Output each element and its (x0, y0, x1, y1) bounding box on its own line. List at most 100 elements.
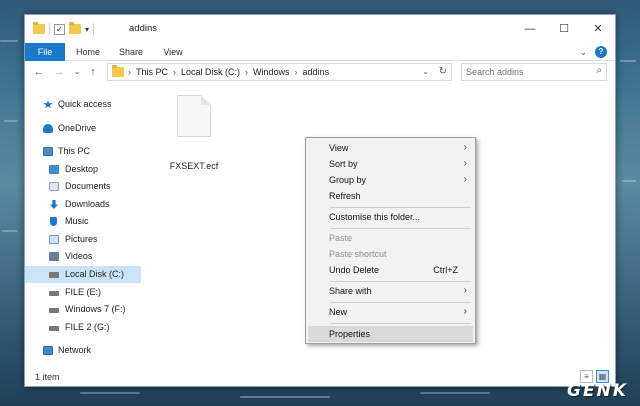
new-folder-icon[interactable] (69, 22, 81, 34)
file-name: FXSEXT.ecf (169, 161, 219, 171)
menu-item-label: Properties (329, 329, 371, 339)
forward-button[interactable]: → (51, 63, 67, 81)
menu-separator (330, 302, 471, 303)
sidebar-item-label: Music (65, 216, 89, 226)
cloud-icon (43, 124, 53, 133)
network-icon (43, 346, 53, 355)
folder-icon (33, 22, 45, 34)
breadcrumb-separator: › (128, 67, 131, 77)
context-menu: View › Sort by › Group by › Refresh Cust… (305, 137, 476, 344)
breadcrumb-separator[interactable]: › (173, 64, 176, 80)
breadcrumb-separator[interactable]: › (295, 64, 298, 80)
computer-icon (43, 147, 53, 156)
breadcrumb-addins[interactable]: addins (303, 64, 330, 80)
sidebar-item-network[interactable]: Network (25, 342, 141, 359)
tab-view[interactable]: View (157, 43, 189, 61)
tab-share[interactable]: Share (113, 43, 149, 61)
menu-item-share-with[interactable]: Share with › (308, 283, 473, 299)
sidebar-item-label: Windows 7 (F:) (65, 304, 126, 314)
desktop-icon (49, 165, 59, 174)
breadcrumb-separator[interactable]: › (245, 64, 248, 80)
menu-item-label: Paste shortcut (329, 249, 387, 259)
sidebar-item-local-disk-c[interactable]: Local Disk (C:) (25, 266, 141, 283)
tab-file[interactable]: File (25, 43, 65, 61)
menu-separator (330, 207, 471, 208)
sidebar-item-music[interactable]: Music (25, 213, 141, 230)
menu-item-label: Group by (329, 175, 367, 185)
sidebar-item-downloads[interactable]: Downloads (25, 196, 141, 213)
sidebar-item-file-2-g[interactable]: FILE 2 (G:) (25, 319, 141, 336)
sidebar-item-label: Documents (65, 181, 111, 191)
menu-separator (330, 228, 471, 229)
address-history-dropdown[interactable]: ⌄ (422, 64, 429, 80)
submenu-arrow-icon: › (463, 142, 467, 153)
search-icon[interactable]: ⌕ (596, 65, 602, 76)
refresh-icon[interactable]: ↻ (439, 64, 447, 80)
menu-item-paste: Paste (308, 230, 473, 246)
drive-icon (49, 272, 59, 278)
menu-item-label: Share with (329, 286, 372, 296)
recent-locations-button[interactable]: ⌄ (69, 63, 85, 81)
menu-item-new[interactable]: New › (308, 304, 473, 320)
sidebar-item-label: Videos (65, 251, 93, 261)
quick-access-toolbar: ✓ ▾ (33, 22, 95, 35)
menu-separator (330, 323, 471, 324)
sidebar-item-pictures[interactable]: Pictures (25, 231, 141, 248)
file-item[interactable]: FXSEXT.ecf (163, 95, 225, 175)
sidebar-item-onedrive[interactable]: OneDrive (25, 120, 141, 137)
submenu-arrow-icon: › (463, 306, 467, 317)
menu-item-sort-by[interactable]: Sort by › (308, 156, 473, 172)
sidebar-item-windows-7-f[interactable]: Windows 7 (F:) (25, 301, 141, 318)
submenu-arrow-icon: › (463, 285, 467, 296)
menu-item-customise-folder[interactable]: Customise this folder... (308, 209, 473, 225)
ribbon-right-controls: ⌄ ? (579, 46, 607, 58)
sidebar-item-label: Desktop (65, 164, 99, 174)
sidebar-item-file-e[interactable]: FILE (E:) (25, 284, 141, 301)
sidebar-item-label: Downloads (65, 199, 110, 209)
search-input[interactable] (462, 64, 582, 80)
videos-icon (49, 252, 59, 261)
status-bar: 1 item ≡ ▦ (25, 368, 615, 386)
folder-icon (112, 65, 124, 77)
sidebar-item-label: Pictures (65, 234, 98, 244)
sidebar-item-videos[interactable]: Videos (25, 248, 141, 265)
minimize-button[interactable]: — (513, 15, 547, 43)
drive-icon (49, 326, 59, 331)
ribbon-tabs: File Home Share View ⌄ ? (25, 43, 615, 61)
pictures-icon (49, 235, 59, 244)
expand-ribbon-icon[interactable]: ⌄ (579, 47, 587, 58)
sidebar-item-desktop[interactable]: Desktop (25, 161, 141, 178)
back-button[interactable]: ← (31, 63, 47, 81)
sidebar-item-label: OneDrive (58, 123, 97, 133)
breadcrumb: › This PC › Local Disk (C:) › Windows › … (128, 64, 329, 80)
sidebar-item-this-pc[interactable]: This PC (25, 143, 141, 160)
toolbar-divider (49, 23, 50, 35)
breadcrumb-this-pc[interactable]: This PC (136, 64, 168, 80)
menu-separator (330, 281, 471, 282)
properties-icon[interactable]: ✓ (54, 23, 65, 35)
sidebar-item-label: FILE 2 (G:) (65, 322, 110, 332)
menu-item-view[interactable]: View › (308, 140, 473, 156)
search-box[interactable]: ⌕ (461, 63, 607, 81)
sidebar-item-quick-access[interactable]: Quick access (25, 96, 141, 113)
sidebar-item-label: FILE (E:) (65, 287, 102, 297)
customize-toolbar-icon[interactable]: ▾ (85, 25, 89, 34)
menu-item-label: Customise this folder... (329, 212, 421, 222)
menu-item-group-by[interactable]: Group by › (308, 172, 473, 188)
menu-item-properties[interactable]: Properties (308, 326, 473, 342)
breadcrumb-local-disk[interactable]: Local Disk (C:) (181, 64, 240, 80)
breadcrumb-windows[interactable]: Windows (253, 64, 290, 80)
maximize-button[interactable]: ☐ (547, 15, 581, 43)
address-bar[interactable]: › This PC › Local Disk (C:) › Windows › … (107, 63, 452, 81)
help-icon[interactable]: ? (595, 46, 607, 58)
toolbar-divider (93, 23, 95, 35)
tab-home[interactable]: Home (71, 43, 105, 61)
sidebar-item-documents[interactable]: Documents (25, 178, 141, 195)
close-button[interactable]: ✕ (581, 15, 615, 43)
menu-item-paste-shortcut: Paste shortcut (308, 246, 473, 262)
menu-item-refresh[interactable]: Refresh (308, 188, 473, 204)
menu-item-undo-delete[interactable]: Undo Delete Ctrl+Z (308, 262, 473, 278)
file-icon (177, 95, 211, 137)
up-button[interactable]: ↑ (85, 63, 101, 81)
drive-icon (49, 291, 59, 296)
